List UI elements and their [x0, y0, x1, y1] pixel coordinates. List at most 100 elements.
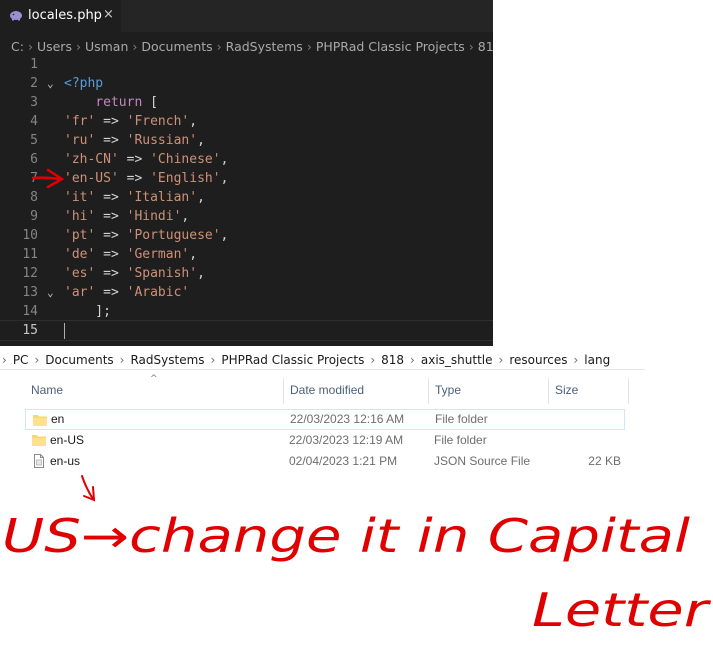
code-token: 'hi'	[64, 209, 96, 224]
code-line[interactable]: 13 ⌄ 'ar' => 'Arabic'	[0, 283, 493, 302]
code-token: 'Italian'	[126, 190, 198, 205]
breadcrumb-item[interactable]: Documents	[141, 39, 212, 54]
address-separator[interactable]: ›	[410, 353, 415, 367]
column-header-date[interactable]: Date modified	[290, 383, 364, 397]
code-line[interactable]: 6 'zh-CN' => 'Chinese',	[0, 150, 493, 169]
address-separator[interactable]: ›	[211, 353, 216, 367]
folder-icon	[33, 415, 47, 426]
file-date: 02/04/2023 1:21 PM	[289, 454, 398, 468]
address-separator[interactable]: ›	[120, 353, 125, 367]
address-segment[interactable]: RadSystems	[130, 353, 204, 367]
address-separator[interactable]: ›	[573, 353, 578, 367]
code-line[interactable]: 11 'de' => 'German',	[0, 245, 493, 264]
code-line[interactable]: 8 'it' => 'Italian',	[0, 188, 493, 207]
code-token: 'French'	[126, 114, 190, 129]
code-line[interactable]: 7 'en-US' => 'English',	[0, 169, 493, 188]
code-line[interactable]: 3 return [	[0, 93, 493, 112]
code-content	[64, 321, 65, 340]
code-line[interactable]: 15	[0, 320, 493, 341]
line-number: 10	[22, 228, 38, 243]
code-line[interactable]: 5 'ru' => 'Russian',	[0, 131, 493, 150]
file-date: 22/03/2023 12:19 AM	[289, 433, 404, 447]
code-token: 'Portuguese'	[126, 228, 221, 243]
file-row[interactable]: en-us 02/04/2023 1:21 PM JSON Source File 2…	[25, 451, 625, 472]
column-header-name[interactable]: Name	[31, 383, 63, 397]
line-number: 6	[30, 152, 38, 167]
code-token: 'de'	[64, 247, 96, 262]
column-divider[interactable]	[628, 378, 629, 404]
breadcrumb-separator: ›	[216, 39, 222, 54]
code-line[interactable]: 1	[0, 55, 493, 74]
code-token: =>	[95, 133, 127, 148]
breadcrumb-item[interactable]: PHPRad Classic Projects	[316, 39, 465, 54]
breadcrumb-item[interactable]: Users	[37, 39, 72, 54]
address-segment[interactable]: lang	[584, 353, 610, 367]
code-token: 'ru'	[64, 133, 96, 148]
address-segment[interactable]: PC	[13, 353, 29, 367]
address-separator[interactable]: ›	[499, 353, 504, 367]
sort-ascending-icon: ^	[150, 374, 158, 384]
code-editor: locales.php × C: › Users › Usman › Documents › R…	[0, 0, 493, 346]
file-name: en-us	[50, 454, 81, 468]
code-token: ];	[64, 304, 111, 319]
annotation-text-line-2: Letter	[532, 583, 712, 637]
code-token: 'ar'	[64, 285, 96, 300]
code-line[interactable]: 14 ];	[0, 302, 493, 321]
code-token: ,	[197, 133, 205, 148]
address-bar[interactable]: › PC › Documents › RadSystems › PHPRad Classic …	[0, 346, 713, 368]
file-row[interactable]: en 22/03/2023 12:16 AM File folder	[25, 409, 625, 430]
column-header-type[interactable]: Type	[435, 383, 461, 397]
code-content: return [	[64, 93, 158, 112]
line-number: 4	[30, 114, 38, 129]
line-number: 11	[22, 247, 38, 262]
code-line[interactable]: 10 'pt' => 'Portuguese',	[0, 226, 493, 245]
fold-chevron-icon[interactable]: ⌄	[47, 74, 54, 93]
file-explorer: › PC › Documents › RadSystems › PHPRad Classic …	[0, 346, 713, 486]
code-area[interactable]: 1 2 ⌄ <?php 3 return [4'fr' => 'French', 5'ru…	[0, 55, 493, 341]
line-number: 7	[30, 171, 38, 186]
breadcrumb-item[interactable]: 818	[478, 39, 493, 54]
line-number: 15	[22, 323, 38, 338]
file-name: en	[51, 412, 65, 426]
address-segment[interactable]: 818	[381, 353, 404, 367]
address-separator[interactable]: ›	[34, 353, 39, 367]
breadcrumb-item[interactable]: RadSystems	[226, 39, 303, 54]
breadcrumb-separator: ›	[132, 39, 138, 54]
column-divider[interactable]	[283, 378, 284, 404]
code-content: 'es' => 'Spanish',	[64, 264, 205, 283]
address-segment[interactable]: Documents	[45, 353, 113, 367]
tab-label: locales.php	[28, 8, 102, 23]
address-separator[interactable]: ›	[370, 353, 375, 367]
column-header-size[interactable]: Size	[555, 383, 578, 397]
breadcrumb-separator: ›	[75, 39, 81, 54]
address-segment[interactable]: PHPRad Classic Projects	[221, 353, 364, 367]
code-line[interactable]: 2 ⌄ <?php	[0, 74, 493, 93]
code-token: 'Russian'	[126, 133, 198, 148]
breadcrumb-separator: ›	[468, 39, 474, 54]
column-divider[interactable]	[548, 378, 549, 404]
line-number: 12	[22, 266, 38, 281]
close-icon[interactable]: ×	[103, 8, 114, 22]
breadcrumb-item[interactable]: C:	[11, 39, 24, 54]
file-row[interactable]: en-US 22/03/2023 12:19 AM File folder	[25, 430, 625, 451]
address-segment[interactable]: axis_shuttle	[421, 353, 493, 367]
editor-tab-locales-php[interactable]: locales.php ×	[0, 0, 121, 32]
file-type: File folder	[434, 433, 487, 447]
breadcrumb-item[interactable]: Usman	[85, 39, 128, 54]
column-divider[interactable]	[428, 378, 429, 404]
address-segment[interactable]: resources	[509, 353, 567, 367]
code-token: =>	[95, 209, 127, 224]
code-content: 'zh-CN' => 'Chinese',	[64, 150, 228, 169]
code-content: 'en-US' => 'English',	[64, 169, 228, 188]
code-line[interactable]: 9 'hi' => 'Hindi',	[0, 207, 493, 226]
code-token: =>	[95, 228, 127, 243]
code-token: =>	[95, 285, 127, 300]
code-line[interactable]: 12 'es' => 'Spanish',	[0, 264, 493, 283]
code-content: 'hi' => 'Hindi',	[64, 207, 189, 226]
code-line[interactable]: 4 'fr' => 'French',	[0, 112, 493, 131]
fold-chevron-icon[interactable]: ⌄	[47, 283, 54, 302]
code-token: 'Chinese'	[150, 152, 221, 167]
code-token: =>	[118, 171, 151, 186]
code-content: ];	[64, 302, 111, 321]
file-size: 22 KB	[588, 454, 621, 468]
